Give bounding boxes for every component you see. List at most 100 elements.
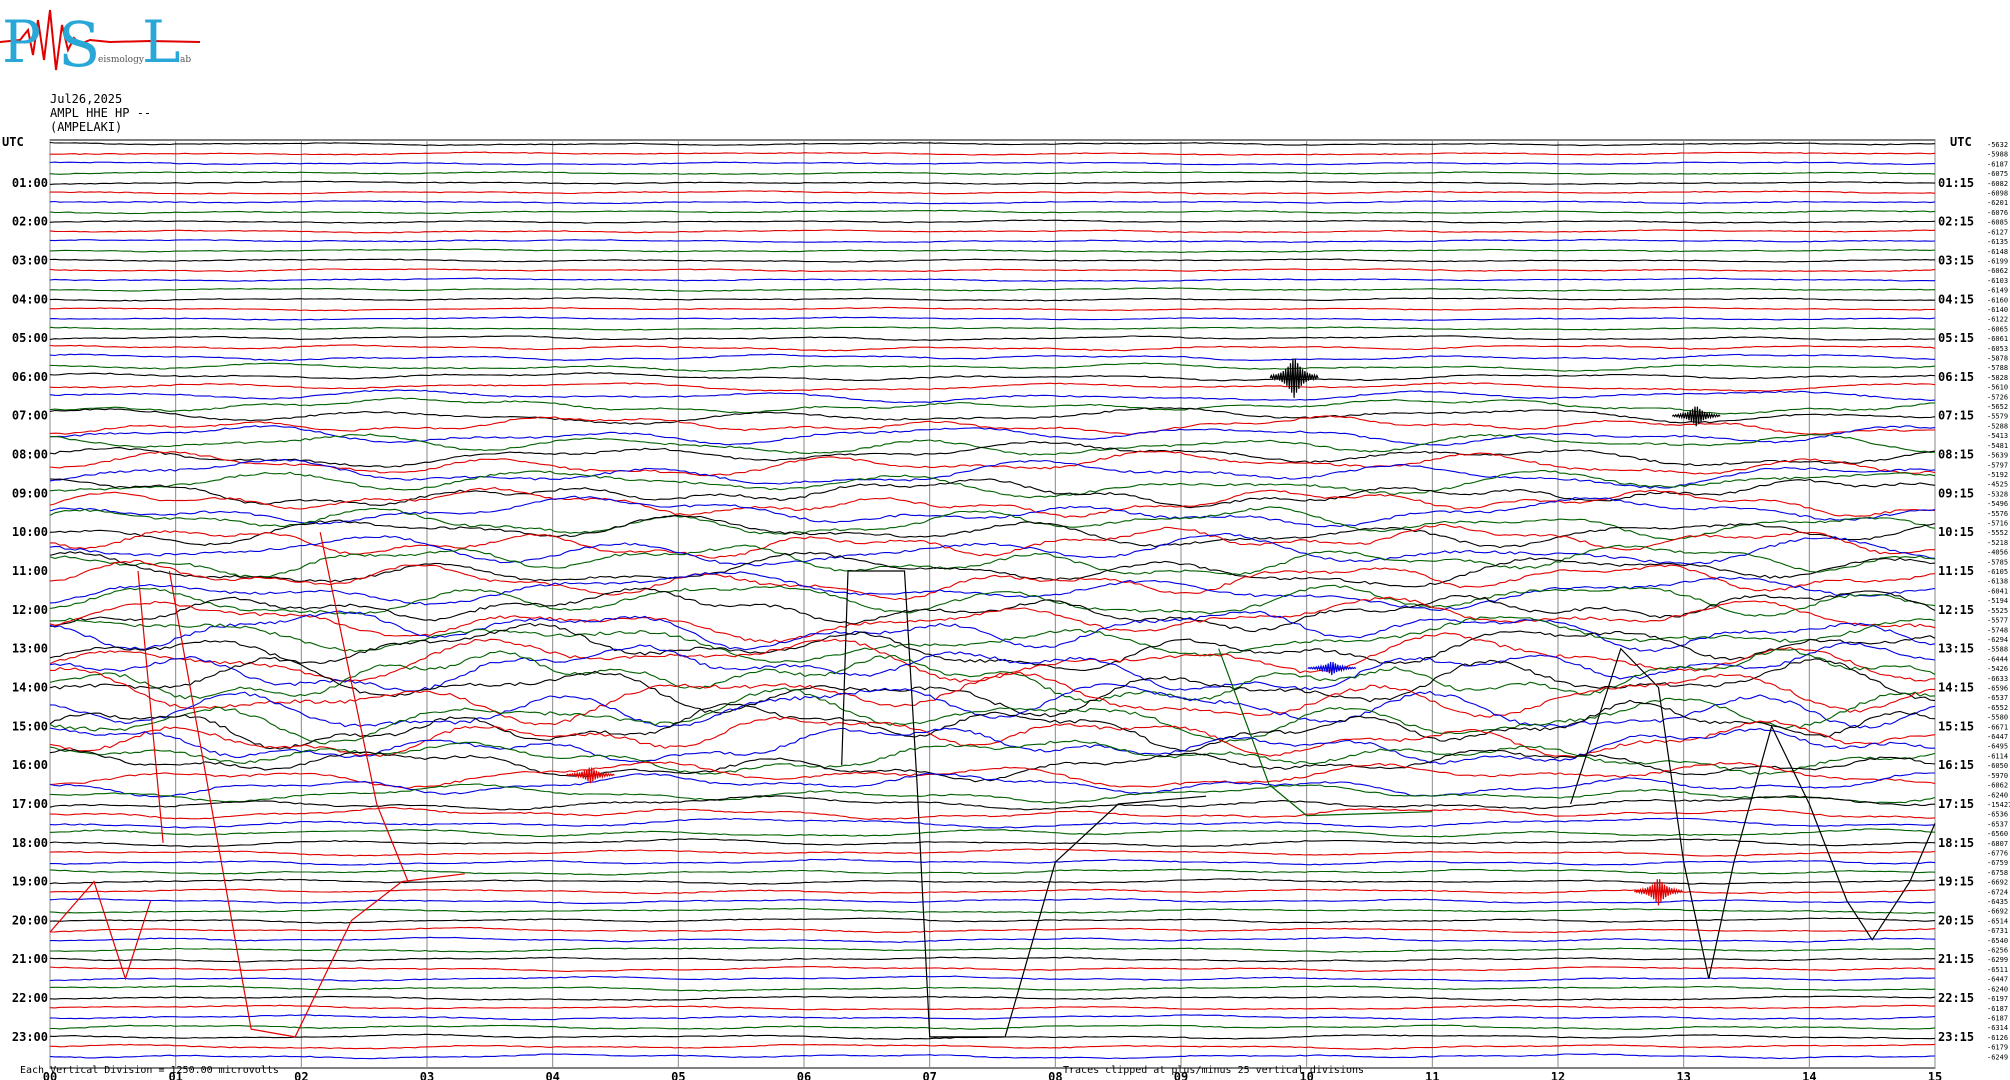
left-time-label: 18:00 — [12, 836, 48, 850]
seismic-trace — [49, 838, 1936, 848]
seismic-trace — [49, 965, 1936, 972]
trace-offset-label: -15427 — [1987, 801, 2010, 809]
seismic-trace — [49, 616, 1936, 663]
left-time-label: 07:00 — [12, 409, 48, 423]
trace-offset-label: -6197 — [1987, 995, 2008, 1003]
trace-offset-label: -6511 — [1987, 966, 2008, 974]
trace-offset-label: -6444 — [1987, 655, 2008, 663]
trace-offset-label: -6126 — [1987, 1034, 2008, 1042]
x-tick-label: 14 — [1802, 1070, 1816, 1080]
clipped-excursion — [1570, 647, 1936, 979]
trace-offset-label: -6053 — [1987, 345, 2008, 353]
trace-offset-label: -5788 — [1987, 364, 2008, 372]
trace-offset-label: -6692 — [1987, 908, 2008, 916]
trace-offset-label: -5970 — [1987, 772, 2008, 780]
right-time-label: 09:15 — [1938, 486, 1974, 500]
seismic-trace — [50, 190, 1936, 195]
seismic-trace — [49, 828, 1936, 838]
right-time-label: 12:15 — [1938, 603, 1974, 617]
seismic-trace — [49, 258, 1936, 263]
seismic-trace — [49, 344, 1936, 352]
trace-offset-label: -5496 — [1987, 500, 2008, 508]
left-time-label: 20:00 — [12, 913, 48, 927]
left-time-label: 12:00 — [12, 603, 48, 617]
trace-offset-label: -6596 — [1987, 684, 2008, 692]
trace-offset-label: -5576 — [1987, 510, 2008, 518]
trace-offset-label: -6240 — [1987, 985, 2008, 993]
seismic-trace — [49, 470, 1936, 499]
right-time-label: 03:15 — [1938, 253, 1974, 267]
trace-offset-label: -6135 — [1987, 238, 2008, 246]
trace-offset-label: -6256 — [1987, 947, 2008, 955]
trace-offset-label: -6149 — [1987, 287, 2008, 295]
trace-offset-label: -6041 — [1987, 587, 2008, 595]
left-time-label: 04:00 — [12, 292, 48, 306]
seismic-trace — [49, 995, 1936, 1001]
trace-offset-label: -4525 — [1987, 481, 2008, 489]
trace-offset-label: -5716 — [1987, 520, 2008, 528]
trace-offset-label: -5878 — [1987, 355, 2008, 363]
seismic-trace — [49, 219, 1936, 224]
trace-offset-label: -6127 — [1987, 228, 2008, 236]
trace-offset-label: -5588 — [1987, 646, 2008, 654]
left-time-label: 14:00 — [12, 680, 48, 694]
left-time-label: 22:00 — [12, 991, 48, 1005]
seismic-trace — [49, 985, 1936, 992]
seismic-trace — [49, 898, 1936, 905]
trace-offset-label: -6065 — [1987, 325, 2008, 333]
seismic-trace — [49, 878, 1936, 885]
seismic-trace — [49, 761, 1936, 789]
trace-offset-label: -5610 — [1987, 384, 2008, 392]
seismic-trace — [49, 171, 1936, 175]
trace-offset-label: -5632 — [1987, 141, 2008, 149]
right-time-label: 10:15 — [1938, 525, 1974, 539]
trace-offset-label: -6103 — [1987, 277, 2008, 285]
clipped-excursion — [1218, 648, 1433, 817]
seismic-trace — [49, 817, 1936, 829]
trace-offset-label: -5288 — [1987, 422, 2008, 430]
left-time-label: 10:00 — [12, 525, 48, 539]
x-tick-label: 07 — [922, 1070, 936, 1080]
trace-offset-label: -5988 — [1987, 151, 2008, 159]
seismic-trace — [49, 433, 1936, 456]
seismic-trace — [50, 1043, 1936, 1050]
seismic-trace — [49, 926, 1936, 934]
x-tick-label: 15 — [1928, 1070, 1942, 1080]
trace-offset-label: -5552 — [1987, 529, 2008, 537]
trace-offset-label: -5577 — [1987, 617, 2008, 625]
trace-offset-label: -6187 — [1987, 1014, 2008, 1022]
seismic-trace — [49, 335, 1935, 341]
trace-offset-label: -6240 — [1987, 791, 2008, 799]
x-tick-label: 12 — [1551, 1070, 1565, 1080]
seismic-event-burst — [1307, 661, 1357, 676]
trace-offset-label: -4056 — [1987, 549, 2008, 557]
left-time-label: 05:00 — [12, 331, 48, 345]
trace-offset-label: -6633 — [1987, 675, 2008, 683]
trace-offset-label: -6187 — [1987, 1005, 2008, 1013]
trace-offset-label: -6098 — [1987, 190, 2008, 198]
trace-offset-label: -6299 — [1987, 956, 2008, 964]
seismic-trace — [49, 1053, 1936, 1060]
seismic-trace — [49, 975, 1936, 982]
seismic-trace — [49, 415, 1935, 435]
trace-offset-label: -6807 — [1987, 840, 2008, 848]
trace-offset-label: -5218 — [1987, 539, 2008, 547]
trace-offset-label: -6140 — [1987, 306, 2008, 314]
x-tick-label: 13 — [1676, 1070, 1690, 1080]
seismic-trace — [49, 727, 1935, 765]
seismic-trace — [49, 238, 1936, 244]
right-time-label: 05:15 — [1938, 331, 1974, 345]
trace-offset-label: -6075 — [1987, 170, 2008, 178]
seismic-trace — [49, 306, 1936, 312]
right-time-label: 19:15 — [1938, 875, 1974, 889]
seismic-trace — [49, 372, 1936, 382]
left-time-label: 23:00 — [12, 1030, 48, 1044]
trace-offset-label: -6085 — [1987, 219, 2008, 227]
trace-offset-label: -6514 — [1987, 917, 2008, 925]
seismic-trace — [49, 478, 1936, 509]
seismic-trace — [49, 683, 1936, 729]
seismic-trace — [49, 180, 1936, 185]
right-time-label: 23:15 — [1938, 1030, 1974, 1044]
trace-offset-label: -5525 — [1987, 607, 2008, 615]
seismic-trace — [50, 858, 1936, 866]
